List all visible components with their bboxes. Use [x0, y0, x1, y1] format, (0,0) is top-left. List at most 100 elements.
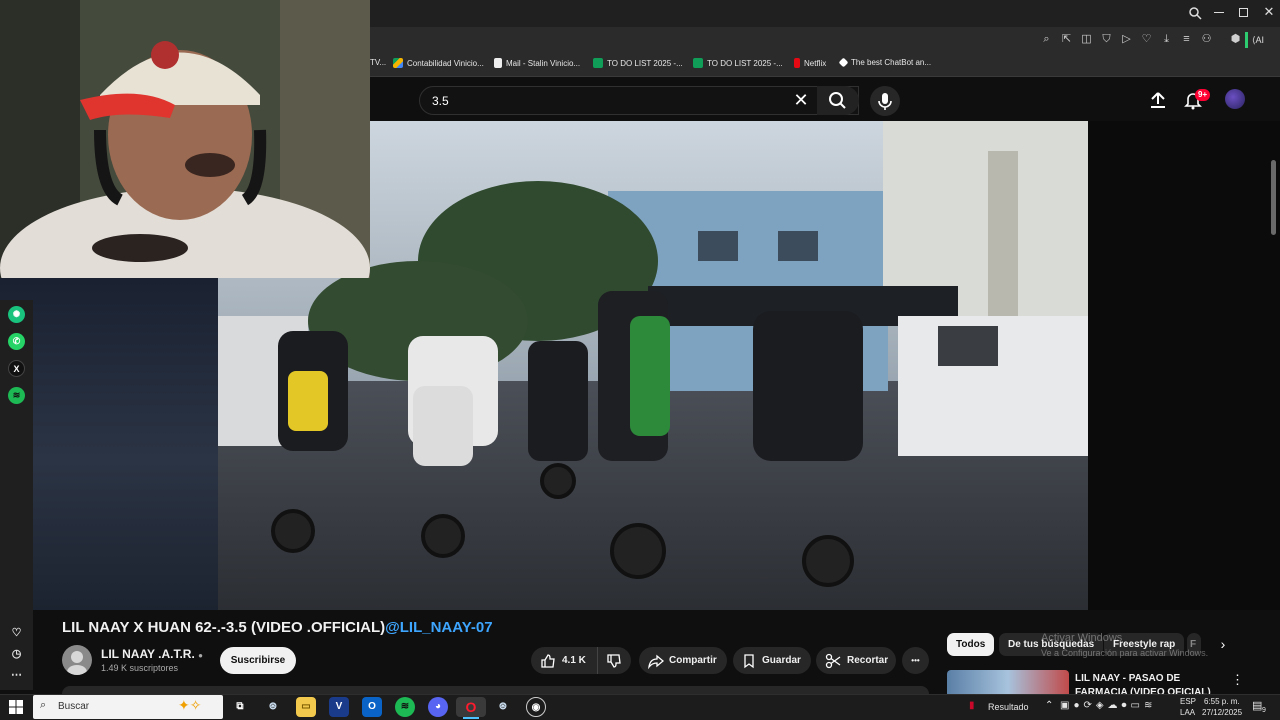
video-title-text: LIL NAAY X HUAN 62-.-3.5 (VIDEO .OFFICIA…	[62, 619, 386, 636]
bookmark-item[interactable]: TO DO LIST 2025 -...	[593, 58, 683, 68]
tray-icons[interactable]: ▣●⟳◈☁⏺▭≋	[1060, 700, 1156, 711]
active-app-indicator	[463, 717, 479, 719]
like-button[interactable]: 4.1 K	[531, 647, 597, 674]
bookmark-label: The best ChatBot an...	[851, 58, 932, 67]
file-explorer-icon[interactable]: ▭	[296, 697, 316, 717]
search-tabs-icon[interactable]	[1188, 6, 1202, 20]
heart-icon[interactable]: ♡	[1140, 33, 1153, 46]
bookmark-label: Mail - Stalin Vinicio...	[506, 58, 581, 68]
menu-icon[interactable]: ≡	[1180, 33, 1193, 46]
bookmark-label: Netflix	[804, 58, 827, 68]
microphone-icon	[878, 93, 892, 110]
taskbar-search-input[interactable]: ⌕ Buscar ✦✧	[33, 695, 223, 719]
start-button[interactable]	[8, 699, 24, 715]
page-scrollbar[interactable]	[1271, 160, 1276, 235]
channel-mention-link[interactable]: @LIL_NAAY-07	[385, 619, 492, 636]
close-window-button[interactable]: ✕	[1262, 4, 1276, 20]
chatgpt-icon[interactable]: ✺	[8, 306, 25, 323]
clear-search-icon[interactable]: ✕	[790, 89, 812, 111]
shield-icon[interactable]: ⛉	[1100, 33, 1113, 46]
bookmark-item[interactable]: Contabilidad Vinicio...	[393, 58, 484, 68]
sheets-icon	[593, 58, 603, 68]
subscriber-count: 1.49 K suscriptores	[101, 663, 179, 673]
bookmark-item[interactable]: TV...	[370, 58, 386, 67]
notification-badge: 9+	[1195, 89, 1211, 101]
keyboard-layout[interactable]: LAA	[1180, 708, 1195, 717]
channel-name[interactable]: LIL NAAY .A.T.R. ●	[101, 647, 203, 661]
video-title: LIL NAAY X HUAN 62-.-3.5 (VIDEO .OFFICIA…	[62, 619, 493, 636]
clock-date[interactable]: 27/12/2025	[1202, 708, 1242, 717]
obs-icon[interactable]: ◉	[526, 697, 546, 717]
search-button[interactable]	[817, 86, 859, 115]
netflix-icon	[794, 58, 800, 68]
ai-button[interactable]: ⟨AI	[1252, 32, 1278, 48]
dislike-button[interactable]	[597, 647, 631, 674]
account-avatar[interactable]	[1225, 89, 1245, 109]
search-highlight-icon: ✦✧	[178, 697, 202, 713]
bookmark-item[interactable]: Netflix	[794, 58, 826, 68]
profile-icon[interactable]: ⚇	[1200, 33, 1213, 46]
recommendation-title[interactable]: LIL NAAY - PASAO DE FARMACIA (VIDEO OFIC…	[1075, 672, 1225, 694]
valorant-icon[interactable]: V	[329, 697, 349, 717]
screenshot-icon[interactable]: ◫	[1080, 33, 1093, 46]
recommendation-thumbnail[interactable]	[947, 670, 1069, 694]
chip-all[interactable]: Todos	[947, 633, 995, 656]
heart-icon[interactable]: ♡	[8, 625, 25, 642]
nba-icon[interactable]: ▮	[969, 700, 975, 711]
taskbar-search-placeholder: Buscar	[58, 701, 90, 712]
windows-logo-icon	[9, 700, 23, 714]
search-icon: ⌕	[40, 699, 47, 711]
weather-label[interactable]: Resultado	[988, 702, 1029, 712]
upload-button[interactable]	[1148, 90, 1168, 110]
share-icon[interactable]: ⇱	[1060, 33, 1073, 46]
chevron-up-icon[interactable]: ⌃	[1045, 700, 1053, 711]
extension-icon[interactable]: ⬢	[1229, 33, 1242, 46]
bookmark-item[interactable]: Mail - Stalin Vinicio...	[494, 58, 580, 68]
windows-activation-title: Activar Windows	[1041, 632, 1123, 644]
x-icon[interactable]: X	[8, 360, 25, 377]
channel-avatar[interactable]	[62, 645, 92, 675]
steam-client-icon[interactable]: ⊛	[493, 697, 513, 717]
discord-icon[interactable]: ◕	[428, 697, 448, 717]
minimize-button[interactable]	[1214, 12, 1224, 13]
notification-center-icon[interactable]: ▤	[1252, 699, 1262, 712]
description-box[interactable]	[62, 686, 929, 694]
task-view-icon[interactable]: ⧉	[230, 697, 250, 717]
language-indicator[interactable]: ESP	[1180, 697, 1196, 706]
search-query: 3.5	[432, 94, 449, 108]
clock-time[interactable]: 6:55 p. m.	[1204, 697, 1240, 706]
spotify-icon[interactable]: ≋	[8, 387, 25, 404]
more-icon[interactable]: ⋯	[8, 667, 25, 684]
verified-icon: ●	[198, 651, 203, 660]
bookmark-item[interactable]: TO DO LIST 2025 -...	[693, 58, 783, 68]
subscribe-button[interactable]: Suscribirse	[220, 647, 296, 674]
thumbs-up-icon	[541, 653, 555, 668]
clock-icon[interactable]: ◷	[8, 646, 25, 663]
play-icon[interactable]: ▷	[1120, 33, 1133, 46]
voice-search-button[interactable]	[870, 86, 900, 116]
share-button[interactable]: Compartir	[639, 647, 727, 674]
steam-icon[interactable]: ⊛	[263, 697, 283, 717]
webcam-frame	[0, 0, 370, 278]
chips-next-arrow-icon[interactable]: ›	[1215, 636, 1231, 652]
page-icon	[494, 58, 502, 68]
whatsapp-icon[interactable]: ✆	[8, 333, 25, 350]
opera-icon[interactable]: O	[456, 697, 486, 717]
ai-accent-bar	[1245, 32, 1248, 48]
restore-button[interactable]	[1239, 8, 1248, 17]
bookmark-item[interactable]: The best ChatBot an...	[838, 57, 932, 68]
download-icon[interactable]: ⤓	[1160, 33, 1173, 46]
share-arrow-icon	[648, 654, 664, 669]
sheets-icon	[693, 58, 703, 68]
outlook-icon[interactable]: O	[362, 697, 382, 717]
share-label: Compartir	[669, 655, 717, 666]
bookmark-label: TO DO LIST 2025 -...	[607, 58, 683, 68]
spotify-icon[interactable]: ≋	[395, 697, 415, 717]
recommendation-menu-icon[interactable]: ⋮	[1231, 672, 1244, 688]
search-icon	[829, 92, 846, 109]
more-actions-button[interactable]: •••	[902, 647, 929, 674]
clip-button[interactable]: Recortar	[816, 647, 896, 674]
save-button[interactable]: Guardar	[733, 647, 811, 674]
save-label: Guardar	[762, 655, 801, 666]
zoom-icon[interactable]: ⌕	[1040, 33, 1053, 46]
